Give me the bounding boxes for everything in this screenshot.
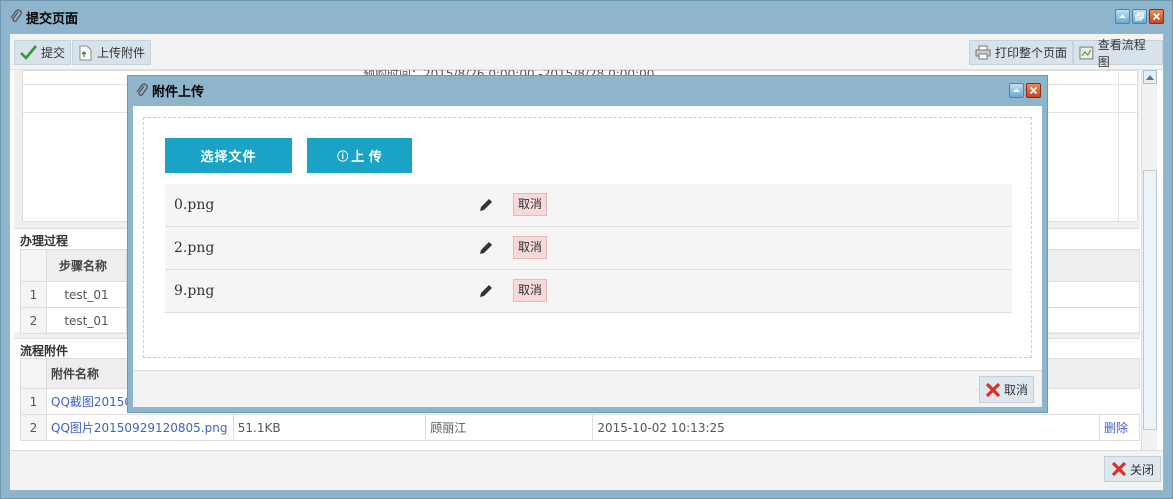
choose-file-button[interactable]: 选择文件 [165, 138, 292, 173]
row-number: 2 [20, 414, 47, 441]
row-number-header [20, 358, 47, 389]
step-name-cell: test_01 [46, 307, 127, 334]
row-number: 1 [20, 281, 47, 308]
file-name: 0.png [174, 197, 215, 213]
action-cell: 删除 [1099, 414, 1140, 441]
file-name-cell: QQ图片20150929120805.png [46, 414, 234, 441]
cancel-file-button[interactable]: 取消 [513, 236, 548, 259]
row-number-header [20, 249, 47, 282]
red-x-icon [985, 382, 1001, 397]
minimize-icon[interactable] [1009, 83, 1024, 98]
dialog-body: 选择文件 ⓘ 上 传 0.png 取消 2.png 取消 9.png 取消 [133, 106, 1042, 370]
restore-icon[interactable] [1132, 9, 1147, 24]
pencil-icon[interactable] [478, 240, 494, 256]
row-number: 2 [20, 307, 47, 334]
step-name-header: 步骤名称 [46, 249, 127, 282]
minimize-icon[interactable] [1115, 9, 1130, 24]
list-item: 0.png 取消 [165, 184, 1012, 227]
vertical-scrollbar[interactable] [1141, 70, 1157, 482]
pencil-icon[interactable] [478, 197, 494, 213]
submit-button[interactable]: 提交 [14, 40, 72, 65]
paperclip-icon [10, 9, 22, 22]
file-link[interactable]: QQ图片20150929120805.png [51, 421, 227, 435]
list-item: 2.png 取消 [165, 227, 1012, 270]
dialog-cancel-button[interactable]: 取消 [978, 376, 1034, 403]
print-page-button[interactable]: 打印整个页面 [969, 40, 1074, 65]
list-item: 9.png 取消 [165, 270, 1012, 313]
scroll-up-icon[interactable] [1143, 70, 1157, 84]
upload-file-icon [79, 45, 92, 60]
file-name: 2.png [174, 240, 215, 256]
dialog-title: 附件上传 [152, 85, 205, 100]
window-titlebar[interactable]: 提交页面 [1, 1, 1172, 33]
step-name-cell: test_01 [46, 281, 127, 308]
delete-link[interactable]: 删除 [1104, 421, 1128, 435]
row-number: 1 [20, 388, 47, 415]
close-icon[interactable] [1026, 83, 1041, 98]
check-icon [20, 45, 37, 60]
cancel-file-button[interactable]: 取消 [513, 279, 548, 302]
dialog-titlebar[interactable]: 附件上传 [128, 76, 1047, 105]
red-x-icon [1111, 461, 1127, 477]
close-button[interactable]: 关闭 [1103, 456, 1161, 482]
file-link[interactable]: QQ截图2015C [51, 395, 133, 409]
uploader-cell: 顾丽江 [425, 414, 594, 441]
upload-time-cell: 2015-10-02 10:13:25 [592, 414, 1100, 441]
window-footer: 关闭 [10, 450, 1163, 490]
upload-dialog: 附件上传 选择文件 ⓘ 上 传 0.png 取消 2.png 取消 9.png … [127, 75, 1048, 413]
scrollbar-thumb[interactable] [1143, 170, 1157, 430]
flowchart-icon [1079, 46, 1094, 59]
info-circle-icon: ⓘ [337, 149, 349, 163]
attachments-title: 流程附件 [20, 344, 69, 358]
upload-button[interactable]: ⓘ 上 传 [307, 138, 412, 173]
close-icon[interactable] [1149, 9, 1164, 24]
toolbar: 提交 上传附件 打印整个页面 查看流程图 [10, 34, 1163, 70]
file-name: 9.png [174, 283, 215, 299]
drop-zone[interactable]: 选择文件 ⓘ 上 传 0.png 取消 2.png 取消 9.png 取消 [143, 117, 1032, 358]
upload-attachment-button[interactable]: 上传附件 [72, 40, 152, 65]
printer-icon [975, 45, 991, 60]
pencil-icon[interactable] [478, 283, 494, 299]
view-flowchart-button[interactable]: 查看流程图 [1073, 38, 1163, 69]
file-size-cell: 51.1KB [232, 414, 427, 441]
dialog-controls [1009, 83, 1041, 98]
cancel-file-button[interactable]: 取消 [513, 193, 548, 216]
window-controls [1115, 9, 1164, 24]
paperclip-icon [136, 82, 148, 96]
dialog-footer: 取消 [133, 370, 1042, 407]
column-divider [1118, 71, 1119, 221]
table-row[interactable]: 2 QQ图片20150929120805.png 51.1KB 顾丽江 2015… [20, 414, 1140, 441]
file-list: 0.png 取消 2.png 取消 9.png 取消 [165, 184, 1012, 313]
process-title: 办理过程 [20, 234, 69, 248]
window-title: 提交页面 [26, 11, 79, 27]
